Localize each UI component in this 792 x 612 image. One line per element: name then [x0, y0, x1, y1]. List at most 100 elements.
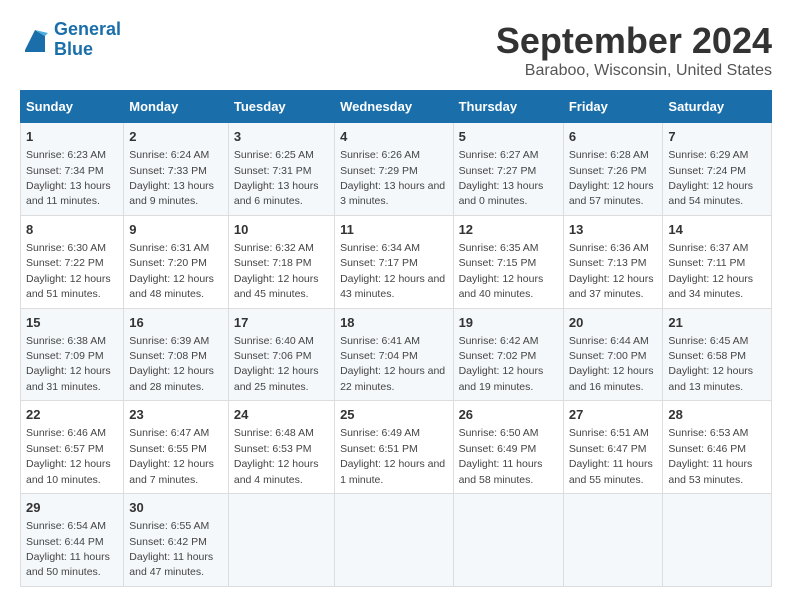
- list-item: 4 Sunrise: 6:26 AMSunset: 7:29 PMDayligh…: [335, 123, 453, 216]
- col-saturday: Saturday: [663, 91, 772, 123]
- list-item: 22 Sunrise: 6:46 AMSunset: 6:57 PMDaylig…: [21, 401, 124, 494]
- day-info: Sunrise: 6:30 AMSunset: 7:22 PMDaylight:…: [26, 242, 111, 300]
- day-info: Sunrise: 6:28 AMSunset: 7:26 PMDaylight:…: [569, 149, 654, 207]
- list-item: 2 Sunrise: 6:24 AMSunset: 7:33 PMDayligh…: [124, 123, 229, 216]
- day-number: 21: [668, 314, 766, 332]
- day-info: Sunrise: 6:25 AMSunset: 7:31 PMDaylight:…: [234, 149, 319, 207]
- list-item: 24 Sunrise: 6:48 AMSunset: 6:53 PMDaylig…: [228, 401, 334, 494]
- day-number: 15: [26, 314, 118, 332]
- day-info: Sunrise: 6:39 AMSunset: 7:08 PMDaylight:…: [129, 335, 214, 393]
- day-number: 24: [234, 406, 329, 424]
- page-header: General Blue September 2024 Baraboo, Wis…: [20, 20, 772, 80]
- col-tuesday: Tuesday: [228, 91, 334, 123]
- list-item: [228, 494, 334, 587]
- day-info: Sunrise: 6:49 AMSunset: 6:51 PMDaylight:…: [340, 427, 445, 485]
- list-item: [563, 494, 663, 587]
- day-number: 7: [668, 128, 766, 146]
- day-number: 16: [129, 314, 223, 332]
- calendar-table: Sunday Monday Tuesday Wednesday Thursday…: [20, 90, 772, 587]
- day-info: Sunrise: 6:24 AMSunset: 7:33 PMDaylight:…: [129, 149, 214, 207]
- list-item: 11 Sunrise: 6:34 AMSunset: 7:17 PMDaylig…: [335, 215, 453, 308]
- day-info: Sunrise: 6:34 AMSunset: 7:17 PMDaylight:…: [340, 242, 445, 300]
- day-number: 28: [668, 406, 766, 424]
- day-info: Sunrise: 6:27 AMSunset: 7:27 PMDaylight:…: [459, 149, 544, 207]
- day-info: Sunrise: 6:46 AMSunset: 6:57 PMDaylight:…: [26, 427, 111, 485]
- col-friday: Friday: [563, 91, 663, 123]
- list-item: 21 Sunrise: 6:45 AMSunset: 6:58 PMDaylig…: [663, 308, 772, 401]
- day-number: 27: [569, 406, 658, 424]
- day-number: 23: [129, 406, 223, 424]
- day-number: 22: [26, 406, 118, 424]
- day-info: Sunrise: 6:26 AMSunset: 7:29 PMDaylight:…: [340, 149, 445, 207]
- list-item: 1 Sunrise: 6:23 AMSunset: 7:34 PMDayligh…: [21, 123, 124, 216]
- day-number: 17: [234, 314, 329, 332]
- list-item: 10 Sunrise: 6:32 AMSunset: 7:18 PMDaylig…: [228, 215, 334, 308]
- col-monday: Monday: [124, 91, 229, 123]
- list-item: 15 Sunrise: 6:38 AMSunset: 7:09 PMDaylig…: [21, 308, 124, 401]
- list-item: 23 Sunrise: 6:47 AMSunset: 6:55 PMDaylig…: [124, 401, 229, 494]
- day-number: 3: [234, 128, 329, 146]
- list-item: 16 Sunrise: 6:39 AMSunset: 7:08 PMDaylig…: [124, 308, 229, 401]
- list-item: 17 Sunrise: 6:40 AMSunset: 7:06 PMDaylig…: [228, 308, 334, 401]
- day-number: 19: [459, 314, 558, 332]
- day-info: Sunrise: 6:41 AMSunset: 7:04 PMDaylight:…: [340, 335, 445, 393]
- logo-line2: Blue: [54, 39, 93, 59]
- list-item: [453, 494, 563, 587]
- logo-text: General Blue: [54, 20, 121, 60]
- day-number: 13: [569, 221, 658, 239]
- list-item: 8 Sunrise: 6:30 AMSunset: 7:22 PMDayligh…: [21, 215, 124, 308]
- day-number: 2: [129, 128, 223, 146]
- day-info: Sunrise: 6:38 AMSunset: 7:09 PMDaylight:…: [26, 335, 111, 393]
- table-row: 1 Sunrise: 6:23 AMSunset: 7:34 PMDayligh…: [21, 123, 772, 216]
- day-info: Sunrise: 6:31 AMSunset: 7:20 PMDaylight:…: [129, 242, 214, 300]
- day-number: 5: [459, 128, 558, 146]
- day-number: 18: [340, 314, 447, 332]
- day-info: Sunrise: 6:47 AMSunset: 6:55 PMDaylight:…: [129, 427, 214, 485]
- list-item: 6 Sunrise: 6:28 AMSunset: 7:26 PMDayligh…: [563, 123, 663, 216]
- logo: General Blue: [20, 20, 121, 60]
- day-number: 11: [340, 221, 447, 239]
- day-info: Sunrise: 6:42 AMSunset: 7:02 PMDaylight:…: [459, 335, 544, 393]
- col-sunday: Sunday: [21, 91, 124, 123]
- day-number: 8: [26, 221, 118, 239]
- list-item: [335, 494, 453, 587]
- list-item: 3 Sunrise: 6:25 AMSunset: 7:31 PMDayligh…: [228, 123, 334, 216]
- day-number: 6: [569, 128, 658, 146]
- day-number: 10: [234, 221, 329, 239]
- page-title: September 2024: [496, 20, 772, 62]
- page-subtitle: Baraboo, Wisconsin, United States: [496, 62, 772, 80]
- list-item: 5 Sunrise: 6:27 AMSunset: 7:27 PMDayligh…: [453, 123, 563, 216]
- list-item: 30 Sunrise: 6:55 AMSunset: 6:42 PMDaylig…: [124, 494, 229, 587]
- table-row: 8 Sunrise: 6:30 AMSunset: 7:22 PMDayligh…: [21, 215, 772, 308]
- day-info: Sunrise: 6:53 AMSunset: 6:46 PMDaylight:…: [668, 427, 752, 485]
- list-item: 12 Sunrise: 6:35 AMSunset: 7:15 PMDaylig…: [453, 215, 563, 308]
- day-number: 30: [129, 499, 223, 517]
- column-headers: Sunday Monday Tuesday Wednesday Thursday…: [21, 91, 772, 123]
- day-info: Sunrise: 6:51 AMSunset: 6:47 PMDaylight:…: [569, 427, 653, 485]
- list-item: [663, 494, 772, 587]
- col-wednesday: Wednesday: [335, 91, 453, 123]
- list-item: 28 Sunrise: 6:53 AMSunset: 6:46 PMDaylig…: [663, 401, 772, 494]
- day-info: Sunrise: 6:44 AMSunset: 7:00 PMDaylight:…: [569, 335, 654, 393]
- day-info: Sunrise: 6:32 AMSunset: 7:18 PMDaylight:…: [234, 242, 319, 300]
- col-thursday: Thursday: [453, 91, 563, 123]
- list-item: 20 Sunrise: 6:44 AMSunset: 7:00 PMDaylig…: [563, 308, 663, 401]
- logo-line1: General: [54, 19, 121, 39]
- list-item: 25 Sunrise: 6:49 AMSunset: 6:51 PMDaylig…: [335, 401, 453, 494]
- day-info: Sunrise: 6:54 AMSunset: 6:44 PMDaylight:…: [26, 520, 110, 578]
- day-number: 25: [340, 406, 447, 424]
- day-info: Sunrise: 6:36 AMSunset: 7:13 PMDaylight:…: [569, 242, 654, 300]
- table-row: 29 Sunrise: 6:54 AMSunset: 6:44 PMDaylig…: [21, 494, 772, 587]
- day-number: 9: [129, 221, 223, 239]
- day-number: 26: [459, 406, 558, 424]
- list-item: 13 Sunrise: 6:36 AMSunset: 7:13 PMDaylig…: [563, 215, 663, 308]
- day-number: 4: [340, 128, 447, 146]
- day-info: Sunrise: 6:50 AMSunset: 6:49 PMDaylight:…: [459, 427, 543, 485]
- day-number: 1: [26, 128, 118, 146]
- list-item: 7 Sunrise: 6:29 AMSunset: 7:24 PMDayligh…: [663, 123, 772, 216]
- day-info: Sunrise: 6:35 AMSunset: 7:15 PMDaylight:…: [459, 242, 544, 300]
- list-item: 27 Sunrise: 6:51 AMSunset: 6:47 PMDaylig…: [563, 401, 663, 494]
- day-number: 12: [459, 221, 558, 239]
- day-info: Sunrise: 6:29 AMSunset: 7:24 PMDaylight:…: [668, 149, 753, 207]
- day-info: Sunrise: 6:45 AMSunset: 6:58 PMDaylight:…: [668, 335, 753, 393]
